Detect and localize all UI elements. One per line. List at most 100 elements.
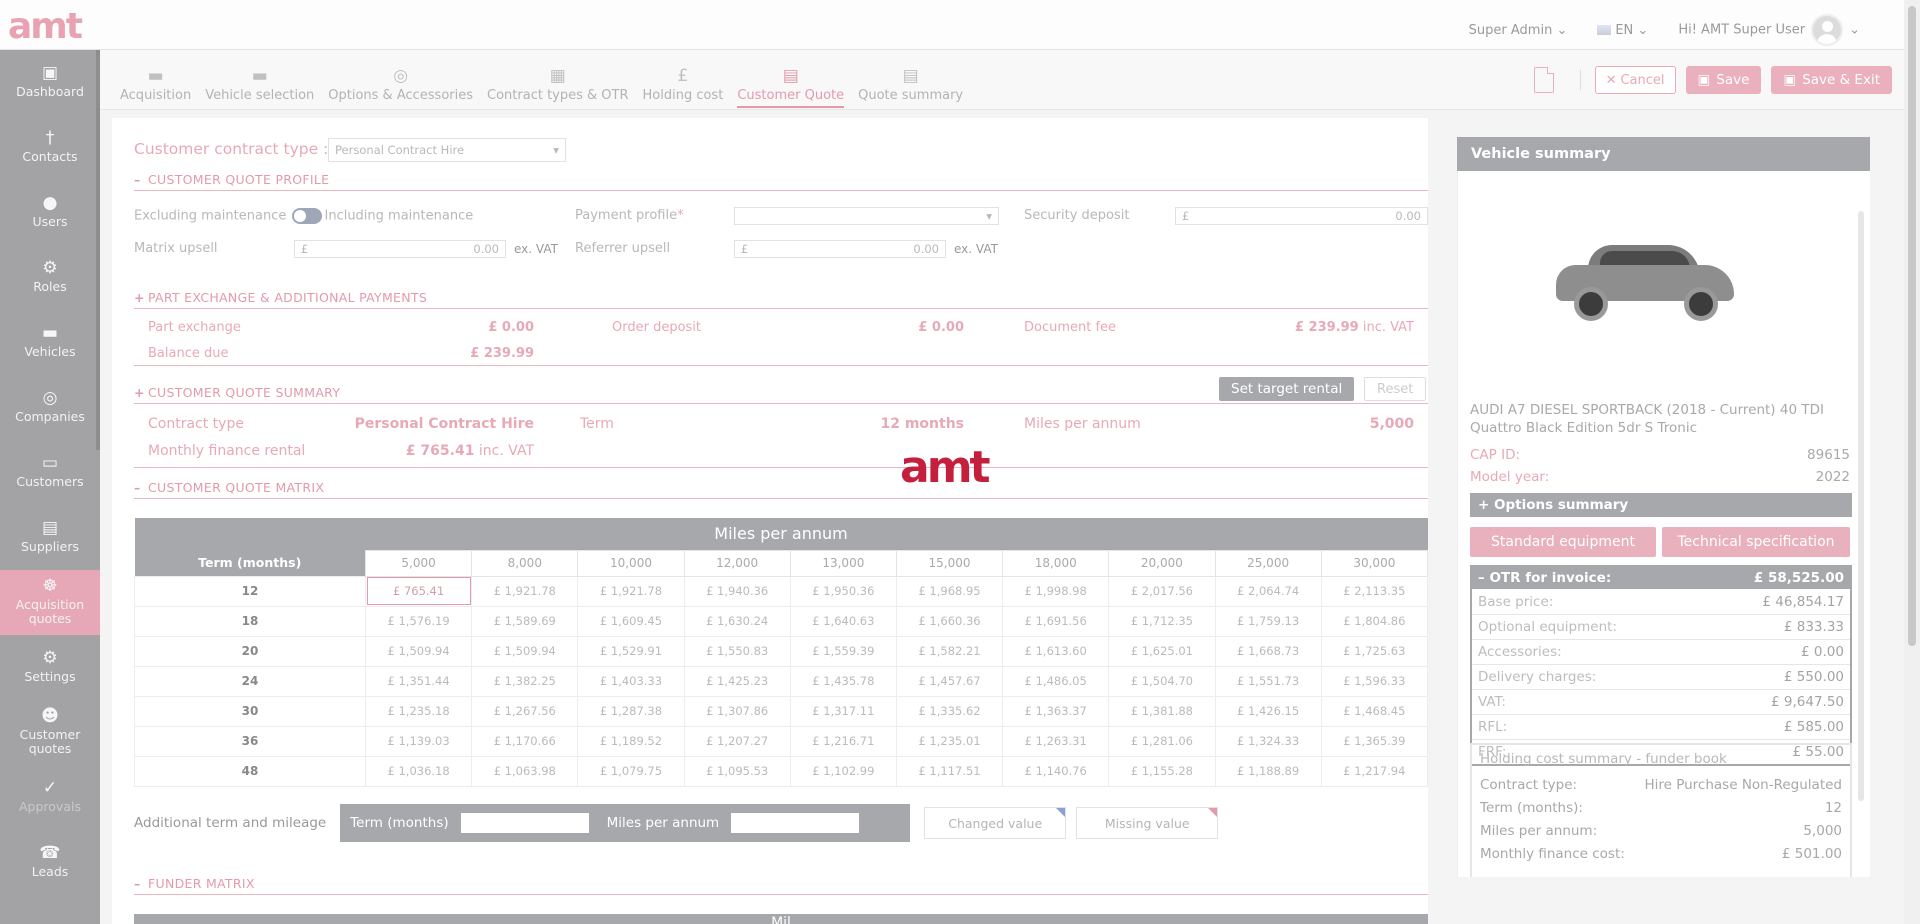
sidebar-item-roles[interactable]: ⚙ Roles [0, 245, 100, 310]
save-exit-button[interactable]: ▣ Save & Exit [1771, 66, 1892, 94]
rental-cell[interactable]: £ 765.41 [364, 575, 473, 607]
rental-cell[interactable]: £ 1,968.95 [895, 575, 1004, 607]
rental-cell[interactable]: £ 1,207.27 [683, 725, 791, 757]
sidebar-item-suppliers[interactable]: ▤ Suppliers [0, 505, 100, 570]
user-menu[interactable]: Hi! AMT Super User ⌄ [1678, 14, 1860, 46]
rental-cell[interactable]: £ 1,426.15 [1214, 695, 1322, 727]
sidebar-item-customers[interactable]: ▭ Customers [0, 440, 100, 505]
sidebar-item-acquisition-quotes[interactable]: ☸ Acquisition quotes [0, 570, 100, 635]
rental-cell[interactable]: £ 1,921.78 [471, 575, 579, 607]
rental-cell[interactable]: £ 1,317.11 [789, 695, 897, 727]
rental-cell[interactable]: £ 1,691.56 [1002, 605, 1110, 637]
rental-cell[interactable]: £ 1,609.45 [577, 605, 685, 637]
matrix-upsell-input[interactable]: £0.00 [294, 240, 506, 258]
rental-cell[interactable]: £ 1,102.99 [789, 755, 897, 787]
rental-cell[interactable]: £ 1,287.38 [577, 695, 685, 727]
panel-scrollbar[interactable] [1858, 211, 1864, 801]
rental-cell[interactable]: £ 1,550.83 [683, 635, 791, 667]
rental-cell[interactable]: £ 1,457.67 [895, 665, 1004, 697]
rental-cell[interactable]: £ 1,140.76 [1002, 755, 1110, 787]
document-icon[interactable] [1533, 67, 1554, 93]
rental-cell[interactable]: £ 1,576.19 [364, 605, 473, 637]
options-summary-toggle[interactable]: + Options summary [1470, 493, 1852, 517]
rental-cell[interactable]: £ 1,036.18 [364, 755, 473, 787]
sidebar-item-dashboard[interactable]: ▣ Dashboard [0, 50, 100, 115]
additional-term-input[interactable] [460, 813, 589, 833]
contract-type-select[interactable]: Personal Contract Hire ▾ [328, 138, 566, 162]
rental-cell[interactable]: £ 1,063.98 [471, 755, 579, 787]
rental-cell[interactable]: £ 1,363.37 [1002, 695, 1110, 727]
rental-cell[interactable]: £ 1,504.70 [1108, 665, 1216, 697]
set-target-rental-button[interactable]: Set target rental [1219, 377, 1355, 401]
rental-cell[interactable]: £ 1,235.01 [895, 725, 1004, 757]
rental-cell[interactable]: £ 1,381.88 [1108, 695, 1216, 727]
sidebar-item-leads[interactable]: ☎ Leads [0, 830, 100, 895]
rental-cell[interactable]: £ 1,596.33 [1320, 665, 1429, 697]
referrer-upsell-input[interactable]: £0.00 [734, 240, 946, 258]
sidebar-scrollbar[interactable] [96, 50, 100, 450]
rental-cell[interactable]: £ 1,079.75 [577, 755, 685, 787]
sidebar-item-companies[interactable]: ◎ Companies [0, 375, 100, 440]
sidebar-item-approvals[interactable]: ✓ Approvals [0, 765, 100, 830]
rental-cell[interactable]: £ 1,921.78 [577, 575, 685, 607]
rental-cell[interactable]: £ 1,509.94 [364, 635, 473, 667]
tab-customer-quote[interactable]: ▤ Customer Quote [737, 66, 845, 108]
rental-cell[interactable]: £ 1,613.60 [1002, 635, 1110, 667]
standard-equipment-button[interactable]: Standard equipment [1470, 527, 1656, 557]
rental-cell[interactable]: £ 1,267.56 [471, 695, 579, 727]
tab-contract-types-otr[interactable]: ▦ Contract types & OTR [487, 66, 628, 108]
rental-cell[interactable]: £ 1,188.89 [1214, 755, 1322, 787]
rental-cell[interactable]: £ 1,625.01 [1108, 635, 1216, 667]
rental-cell[interactable]: £ 1,660.36 [895, 605, 1004, 637]
rental-cell[interactable]: £ 1,365.39 [1320, 725, 1429, 757]
rental-cell[interactable]: £ 1,551.73 [1214, 665, 1322, 697]
tab-quote-summary[interactable]: ▤ Quote summary [858, 66, 963, 108]
rental-cell[interactable]: £ 1,950.36 [789, 575, 897, 607]
language-dropdown[interactable]: EN [1597, 23, 1648, 38]
rental-cell[interactable]: £ 2,113.35 [1320, 575, 1429, 607]
security-deposit-input[interactable]: £0.00 [1175, 207, 1428, 225]
rental-cell[interactable]: £ 2,064.74 [1214, 575, 1322, 607]
rental-cell[interactable]: £ 1,940.36 [683, 575, 791, 607]
rental-cell[interactable]: £ 1,804.86 [1320, 605, 1429, 637]
rental-cell[interactable]: £ 1,759.13 [1214, 605, 1322, 637]
cancel-button[interactable]: ✕ Cancel [1594, 66, 1676, 94]
sidebar-item-settings[interactable]: ⚙ Settings [0, 635, 100, 700]
tab-holding-cost[interactable]: £ Holding cost [643, 66, 724, 108]
rental-cell[interactable]: £ 1,582.21 [895, 635, 1004, 667]
rental-cell[interactable]: £ 1,589.69 [471, 605, 579, 637]
sidebar-item-users[interactable]: ● Users [0, 180, 100, 245]
rental-cell[interactable]: £ 1,139.03 [364, 725, 473, 757]
tab-options-accessories[interactable]: ◎ Options & Accessories [328, 66, 473, 108]
role-dropdown[interactable]: Super Admin [1469, 23, 1568, 38]
rental-cell[interactable]: £ 1,468.45 [1320, 695, 1429, 727]
rental-cell[interactable]: £ 1,630.24 [683, 605, 791, 637]
rental-cell[interactable]: £ 1,235.18 [364, 695, 473, 727]
rental-cell[interactable]: £ 1,725.63 [1320, 635, 1429, 667]
rental-cell[interactable]: £ 1,486.05 [1002, 665, 1110, 697]
rental-cell[interactable]: £ 1,217.94 [1320, 755, 1429, 787]
sidebar-item-contacts[interactable]: † Contacts [0, 115, 100, 180]
amt-logo[interactable]: amt [8, 6, 83, 47]
rental-cell[interactable]: £ 1,095.53 [683, 755, 791, 787]
rental-cell[interactable]: £ 1,640.63 [789, 605, 897, 637]
payment-profile-select[interactable]: ▾ [734, 207, 999, 225]
save-button[interactable]: ▣ Save [1685, 66, 1762, 94]
maintenance-toggle[interactable] [292, 208, 323, 224]
rental-cell[interactable]: £ 1,351.44 [364, 665, 473, 697]
rental-cell[interactable]: £ 1,435.78 [789, 665, 897, 697]
page-scrollbar[interactable] [1904, 0, 1920, 924]
rental-cell[interactable]: £ 1,324.33 [1214, 725, 1322, 757]
quote-matrix-header[interactable]: – CUSTOMER QUOTE MATRIX [134, 480, 1428, 499]
funder-matrix-header[interactable]: – FUNDER MATRIX [134, 876, 1428, 895]
reset-button[interactable]: Reset [1364, 377, 1427, 401]
rental-cell[interactable]: £ 1,216.71 [789, 725, 897, 757]
rental-cell[interactable]: £ 2,017.56 [1108, 575, 1216, 607]
rental-cell[interactable]: £ 1,509.94 [471, 635, 579, 667]
rental-cell[interactable]: £ 1,189.52 [577, 725, 685, 757]
tab-vehicle-selection[interactable]: ▬ Vehicle selection [205, 66, 314, 108]
page-scrollbar-thumb[interactable] [1908, 6, 1916, 646]
part-exchange-header[interactable]: + PART EXCHANGE & ADDITIONAL PAYMENTS [134, 290, 1428, 309]
rental-cell[interactable]: £ 1,117.51 [895, 755, 1004, 787]
additional-miles-input[interactable] [731, 813, 860, 833]
